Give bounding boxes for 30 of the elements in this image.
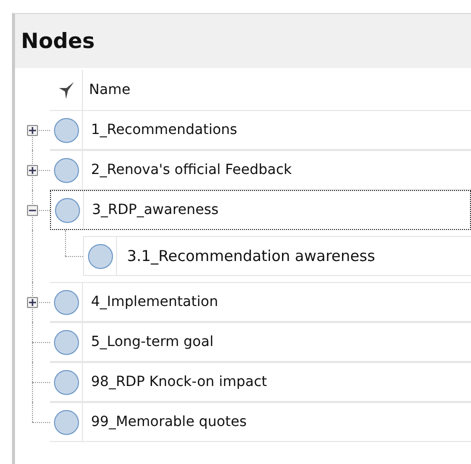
tree-row[interactable]: 4_Implementation xyxy=(50,282,471,322)
expander-box[interactable] xyxy=(27,165,38,176)
node-circle-icon xyxy=(54,410,78,434)
node-circle-icon xyxy=(54,118,78,142)
tree-row[interactable]: 98_RDP Knock-on impact xyxy=(50,362,471,402)
node-circle-icon xyxy=(54,370,78,394)
tree-row[interactable]: 3_RDP_awareness xyxy=(50,190,471,230)
node-name: 4_Implementation xyxy=(90,294,218,310)
panel-title: Nodes xyxy=(21,29,95,53)
node-circle-icon xyxy=(54,330,78,354)
column-header[interactable]: Name xyxy=(83,82,130,98)
node-name: 98_RDP Knock-on impact xyxy=(90,374,268,390)
node-circle-icon xyxy=(88,244,112,268)
node-name: 2_Renova's official Feedback xyxy=(90,162,292,178)
node-name: 3.1_Recommendation awareness xyxy=(126,247,376,265)
expander-box[interactable] xyxy=(27,297,38,308)
node-name: 99_Memorable quotes xyxy=(90,414,247,430)
node-circle-icon xyxy=(54,158,78,182)
node-name: 5_Long-term goal xyxy=(90,334,214,350)
node-circle-icon xyxy=(54,198,80,222)
node-circle-icon xyxy=(54,290,78,314)
expander-box[interactable] xyxy=(27,125,38,136)
tree-row[interactable]: 2_Renova's official Feedback xyxy=(50,150,471,190)
node-name: 1_Recommendations xyxy=(90,122,238,138)
expander-box[interactable] xyxy=(27,205,38,216)
node-name: 3_RDP_awareness xyxy=(91,202,219,218)
tree-row[interactable]: 3.1_Recommendation awareness xyxy=(83,236,471,276)
tree-row[interactable]: 99_Memorable quotes xyxy=(50,402,471,442)
tree-row[interactable]: 1_Recommendations xyxy=(50,110,471,150)
tree-row[interactable]: 5_Long-term goal xyxy=(50,322,471,362)
